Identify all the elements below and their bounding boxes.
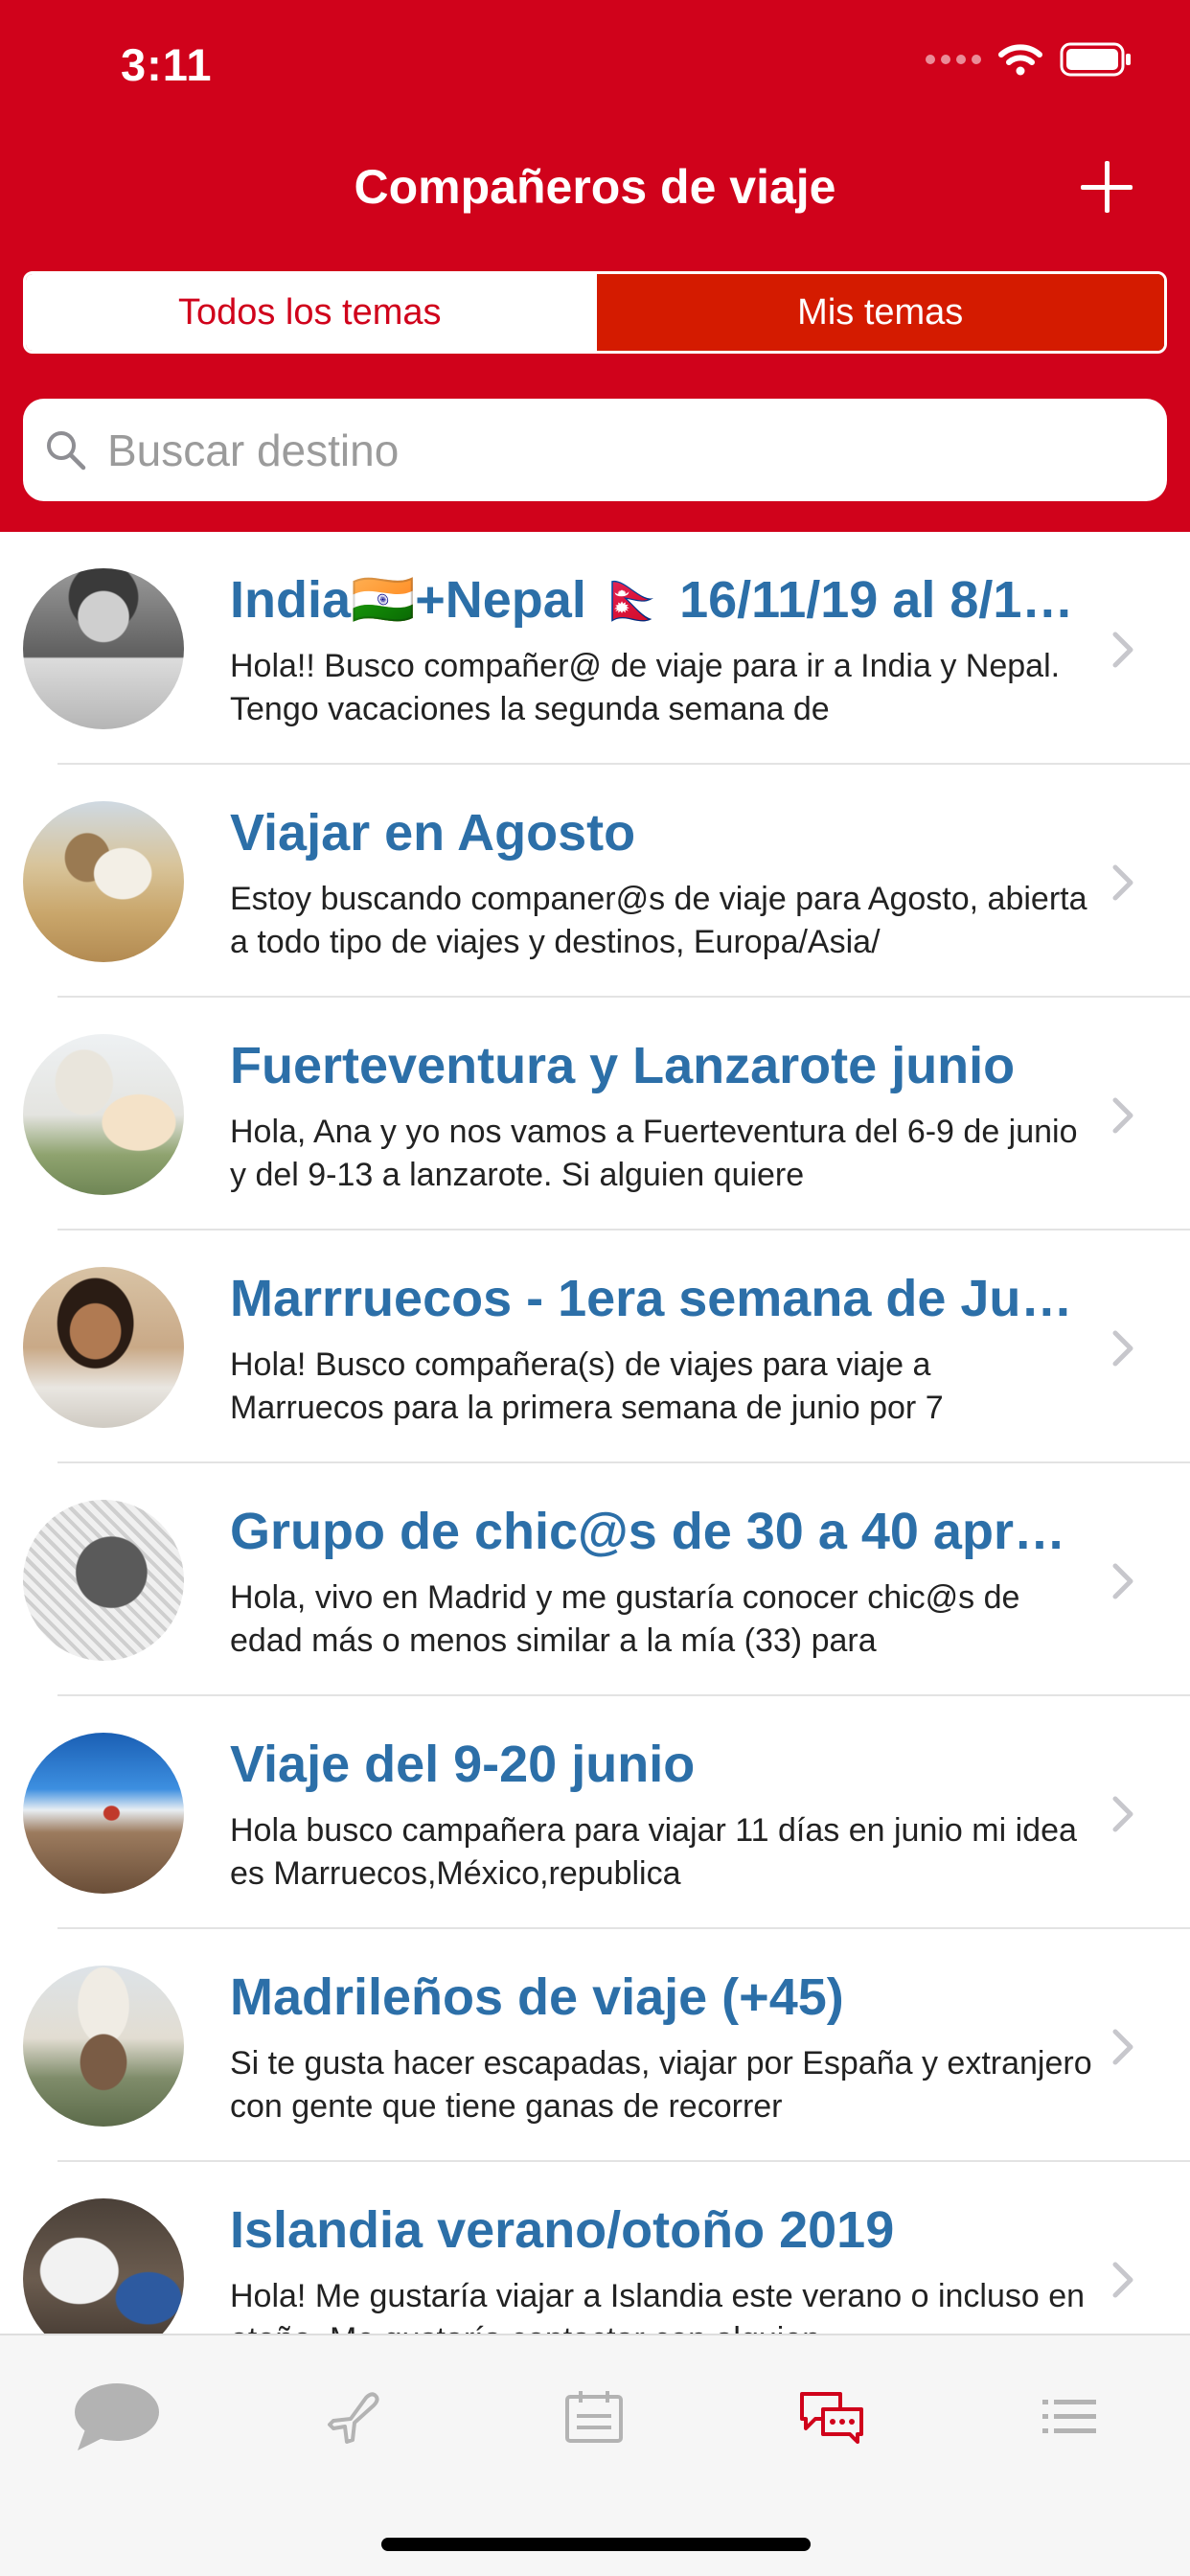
thread-title: Marrruecos - 1era semana de Junio: [230, 1270, 1083, 1327]
thread-preview: Hola! Busco compañera(s) de viajes para …: [230, 1346, 944, 1426]
chevron-right-icon: [1112, 1563, 1133, 1599]
thread-row[interactable]: Madrileños de viaje (+45) Si te gusta ha…: [0, 1929, 1190, 2162]
thread-row[interactable]: Grupo de chic@s de 30 a 40 aproximadamen…: [0, 1463, 1190, 1696]
airplane-icon: [328, 2392, 379, 2444]
search-bar: [23, 399, 1167, 501]
list-icon: [1042, 2400, 1096, 2433]
chat-bubble-icon: [75, 2383, 159, 2450]
thread-preview: Hola busco campañera para viajar 11 días…: [230, 1812, 1077, 1892]
status-indicators: [926, 42, 1133, 77]
thread-row[interactable]: Islandia verano/otoño 2019 Hola! Me gust…: [0, 2162, 1190, 2334]
chevron-right-icon: [1112, 632, 1133, 668]
thread-row[interactable]: Viajar en Agosto Estoy buscando companer…: [0, 765, 1190, 998]
thread-row[interactable]: Viaje del 9-20 junio Hola busco campañer…: [0, 1696, 1190, 1929]
tab-all-topics[interactable]: Todos los temas: [26, 274, 594, 351]
thread-preview: Si te gusta hacer escapadas, viajar por …: [230, 2045, 1092, 2125]
wifi-icon: [998, 44, 1042, 76]
avatar: [23, 1966, 184, 2127]
top-bar: 3:11 Compañeros de viaje Todos los temas…: [0, 0, 1190, 532]
thread-title: Fuerteventura y Lanzarote junio: [230, 1037, 1016, 1094]
avatar: [23, 1267, 184, 1428]
avatar: [23, 1034, 184, 1195]
chevron-right-icon: [1112, 2262, 1133, 2298]
chevron-right-icon: [1112, 2029, 1133, 2065]
thread-preview: Hola! Me gustaría viajar a Islandia este…: [230, 2278, 1086, 2334]
threads-list: India🇮🇳+Nepal 🇳🇵 16/11/19 al 8/12/19 Hol…: [0, 532, 1190, 2334]
thread-title: Grupo de chic@s de 30 a 40 aproximadamen…: [230, 1503, 1083, 1560]
signal-icon: [926, 55, 981, 64]
tab-menu[interactable]: [1021, 2374, 1117, 2460]
thread-preview: Hola, vivo en Madrid y me gustaría conoc…: [230, 1579, 1020, 1659]
add-topic-button[interactable]: [1073, 153, 1140, 220]
battery-icon: [1060, 42, 1131, 77]
status-time: 3:11: [121, 39, 213, 90]
tab-flights[interactable]: [309, 2374, 404, 2460]
thread-preview: Estoy buscando companer@s de viaje para …: [230, 881, 1087, 960]
thread-title: India🇮🇳+Nepal 🇳🇵 16/11/19 al 8/12/19: [230, 571, 1083, 629]
tab-travel-companions[interactable]: [784, 2374, 880, 2460]
search-input[interactable]: [107, 424, 1123, 476]
tab-my-topics[interactable]: Mis temas: [593, 274, 1164, 351]
thread-title: Madrileños de viaje (+45): [230, 1968, 844, 2026]
thread-row[interactable]: India🇮🇳+Nepal 🇳🇵 16/11/19 al 8/12/19 Hol…: [0, 532, 1190, 765]
avatar: [23, 1733, 184, 1894]
home-indicator: [381, 2538, 811, 2551]
page-title: Compañeros de viaje: [354, 160, 836, 214]
companions-chat-icon: [800, 2392, 863, 2444]
chevron-right-icon: [1112, 864, 1133, 901]
thread-title: Islandia verano/otoño 2019: [230, 2201, 895, 2259]
avatar: [23, 2198, 184, 2334]
avatar: [23, 1500, 184, 1661]
chevron-right-icon: [1112, 1330, 1133, 1367]
topic-filter-segmented-control: Todos los temas Mis temas: [23, 271, 1167, 354]
chevron-right-icon: [1112, 1097, 1133, 1134]
thread-row[interactable]: Fuerteventura y Lanzarote junio Hola, An…: [0, 998, 1190, 1230]
avatar: [23, 568, 184, 729]
chevron-right-icon: [1112, 1796, 1133, 1832]
calendar-icon: [565, 2391, 623, 2443]
thread-title: Viajar en Agosto: [230, 804, 636, 862]
thread-preview: Hola!! Busco compañer@ de viaje para ir …: [230, 648, 1061, 727]
tab-plans[interactable]: [546, 2374, 642, 2460]
search-icon: [47, 430, 86, 470]
thread-preview: Hola, Ana y yo nos vamos a Fuerteventura…: [230, 1114, 1078, 1193]
avatar: [23, 801, 184, 962]
thread-title: Viaje del 9-20 junio: [230, 1736, 696, 1793]
tab-chat[interactable]: [69, 2374, 165, 2460]
thread-row[interactable]: Marrruecos - 1era semana de Junio Hola! …: [0, 1230, 1190, 1463]
